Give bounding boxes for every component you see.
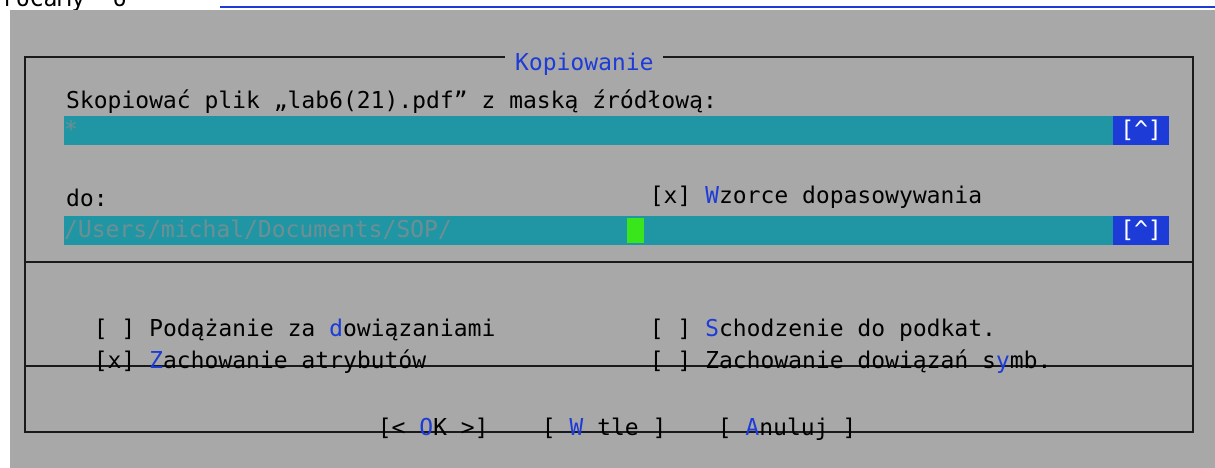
checkbox-state: [ ]	[649, 348, 706, 374]
hotkey-letter: Z	[149, 348, 163, 374]
destination-history-button[interactable]: [^]	[1113, 216, 1169, 245]
wildcard-patterns-checkbox[interactable]: [x] Wzorce dopasowywania	[622, 151, 982, 211]
checkbox-state: [x]	[649, 183, 706, 209]
dialog-title: Kopiowanie	[505, 48, 664, 78]
source-mask-input[interactable]: * [^]	[64, 116, 1169, 145]
ok-button[interactable]: [< OK >]	[350, 383, 489, 443]
background-panel-text: roCaMy o	[2, 0, 127, 10]
dialog-separator	[24, 261, 1194, 263]
stable-symlinks-checkbox[interactable]: [ ] Zachowanie dowiązań symb.	[622, 316, 1052, 376]
destination-label: do:	[66, 186, 108, 212]
button-bracket: [	[717, 415, 746, 441]
hotkey-letter: y	[995, 348, 1010, 374]
background-panel-border	[220, 6, 1215, 8]
hotkey-letter: W	[569, 415, 584, 441]
cancel-button[interactable]: [ Anuluj ]	[690, 383, 857, 443]
hotkey-letter: A	[745, 415, 760, 441]
destination-input[interactable]: /Users/michal/Documents/SOP/ [^]	[64, 216, 1169, 245]
source-history-button[interactable]: [^]	[1113, 116, 1169, 145]
button-label: nuluj ]	[759, 415, 857, 441]
source-mask-label: Skopiować plik „lab6(21).pdf” z maską źr…	[66, 88, 717, 114]
hotkey-letter: W	[705, 183, 719, 209]
destination-value: /Users/michal/Documents/SOP/	[64, 217, 452, 243]
option-label: mb.	[1009, 348, 1052, 374]
button-bracket: [	[541, 415, 570, 441]
option-label: Zachowanie dowiązań s	[705, 348, 996, 374]
button-label: K >]	[433, 415, 489, 441]
checkbox-state: [x]	[93, 348, 150, 374]
background-panel-strip: roCaMy o	[0, 0, 1215, 10]
option-label: achowanie atrybutów	[162, 348, 427, 374]
text-cursor	[627, 218, 644, 243]
button-bracket: [<	[377, 415, 420, 441]
preserve-attributes-checkbox[interactable]: [x] Zachowanie atrybutów	[66, 316, 426, 376]
background-button[interactable]: [ W tle ]	[514, 383, 667, 443]
hotkey-letter: O	[419, 415, 434, 441]
button-label: tle ]	[583, 415, 667, 441]
option-label: zorce dopasowywania	[718, 183, 983, 209]
source-mask-value: *	[64, 117, 78, 143]
